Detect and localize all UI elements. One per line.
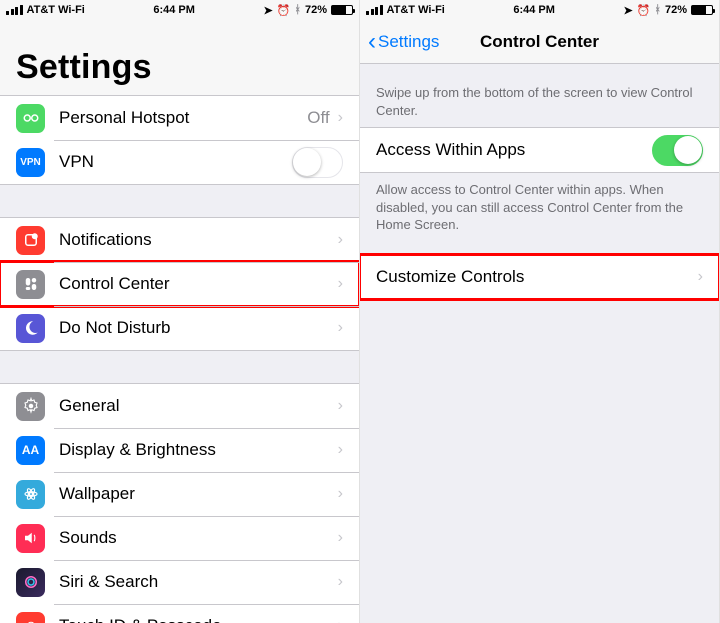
settings-group-general: General › AA Display & Brightness › Wall…	[0, 383, 359, 623]
group-customize: Customize Controls ›	[360, 254, 719, 300]
row-label: General	[59, 396, 338, 416]
large-title-area: Settings	[0, 20, 359, 95]
row-notifications[interactable]: Notifications ›	[0, 218, 359, 262]
status-bar: AT&T Wi-Fi 6:44 PM ➤ ⏰ ᚼ 72%	[0, 0, 359, 20]
chevron-right-icon: ›	[338, 529, 343, 547]
access-within-apps-toggle[interactable]	[652, 135, 703, 166]
signal-strength-icon	[6, 5, 23, 15]
row-label: Control Center	[59, 274, 338, 294]
row-detail: Off	[307, 108, 329, 128]
section-header-text: Swipe up from the bottom of the screen t…	[360, 64, 719, 127]
status-left: AT&T Wi-Fi	[6, 4, 85, 16]
sounds-icon	[16, 524, 45, 553]
page-title: Settings	[16, 48, 343, 87]
battery-pct-label: 72%	[305, 4, 327, 16]
bluetooth-icon: ᚼ	[654, 4, 661, 16]
wallpaper-icon	[16, 480, 45, 509]
battery-icon	[691, 5, 713, 15]
group-access: Access Within Apps	[360, 127, 719, 173]
chevron-right-icon: ›	[338, 617, 343, 623]
location-icon: ➤	[623, 4, 632, 17]
row-label: Notifications	[59, 230, 338, 250]
notifications-icon	[16, 226, 45, 255]
row-label: Touch ID & Passcode	[59, 616, 338, 623]
row-label: Wallpaper	[59, 484, 338, 504]
alarm-icon: ⏰	[277, 4, 291, 17]
chevron-right-icon: ›	[338, 109, 343, 127]
chevron-left-icon: ‹	[368, 28, 376, 56]
row-wallpaper[interactable]: Wallpaper ›	[0, 472, 359, 516]
status-right: ➤ ⏰ ᚼ 72%	[263, 4, 353, 17]
chevron-right-icon: ›	[338, 485, 343, 503]
row-label: Siri & Search	[59, 572, 338, 592]
row-sounds[interactable]: Sounds ›	[0, 516, 359, 560]
section-footer-text: Allow access to Control Center within ap…	[360, 173, 719, 242]
settings-group-connectivity: Personal Hotspot Off › VPN VPN	[0, 95, 359, 185]
chevron-right-icon: ›	[338, 231, 343, 249]
status-left: AT&T Wi-Fi	[366, 4, 445, 16]
row-label: Display & Brightness	[59, 440, 338, 460]
row-label: Sounds	[59, 528, 338, 548]
location-icon: ➤	[263, 4, 272, 17]
row-label: Personal Hotspot	[59, 108, 307, 128]
settings-group-alerts: Notifications › Control Center › Do Not …	[0, 217, 359, 351]
row-siri-search[interactable]: Siri & Search ›	[0, 560, 359, 604]
alarm-icon: ⏰	[637, 4, 651, 17]
row-label: Access Within Apps	[376, 140, 652, 160]
chevron-right-icon: ›	[338, 275, 343, 293]
row-access-within-apps[interactable]: Access Within Apps	[360, 128, 719, 172]
touchid-icon	[16, 612, 45, 623]
battery-pct-label: 72%	[665, 4, 687, 16]
chevron-right-icon: ›	[338, 573, 343, 591]
row-control-center[interactable]: Control Center ›	[0, 262, 359, 306]
hotspot-icon	[16, 104, 45, 133]
back-button[interactable]: ‹ Settings	[368, 28, 439, 56]
row-display-brightness[interactable]: AA Display & Brightness ›	[0, 428, 359, 472]
carrier-label: AT&T Wi-Fi	[387, 4, 445, 16]
status-right: ➤ ⏰ ᚼ 72%	[623, 4, 713, 17]
battery-icon	[331, 5, 353, 15]
row-do-not-disturb[interactable]: Do Not Disturb ›	[0, 306, 359, 350]
row-general[interactable]: General ›	[0, 384, 359, 428]
chevron-right-icon: ›	[338, 319, 343, 337]
chevron-right-icon: ›	[338, 397, 343, 415]
bluetooth-icon: ᚼ	[294, 4, 301, 16]
clock-label: 6:44 PM	[153, 4, 195, 16]
row-customize-controls[interactable]: Customize Controls ›	[360, 255, 719, 299]
general-icon	[16, 392, 45, 421]
row-label: Do Not Disturb	[59, 318, 338, 338]
control-center-settings-screen: AT&T Wi-Fi 6:44 PM ➤ ⏰ ᚼ 72% ‹ Settings …	[360, 0, 720, 623]
status-bar: AT&T Wi-Fi 6:44 PM ➤ ⏰ ᚼ 72%	[360, 0, 719, 20]
chevron-right-icon: ›	[338, 441, 343, 459]
clock-label: 6:44 PM	[513, 4, 555, 16]
vpn-icon: VPN	[16, 148, 45, 177]
chevron-right-icon: ›	[698, 268, 703, 286]
dnd-icon	[16, 314, 45, 343]
row-touch-id[interactable]: Touch ID & Passcode ›	[0, 604, 359, 623]
control-center-icon	[16, 270, 45, 299]
signal-strength-icon	[366, 5, 383, 15]
back-label: Settings	[378, 32, 439, 52]
display-icon: AA	[16, 436, 45, 465]
row-personal-hotspot[interactable]: Personal Hotspot Off ›	[0, 96, 359, 140]
row-vpn[interactable]: VPN VPN	[0, 140, 359, 184]
siri-icon	[16, 568, 45, 597]
settings-root-screen: AT&T Wi-Fi 6:44 PM ➤ ⏰ ᚼ 72% Settings Pe…	[0, 0, 360, 623]
row-label: Customize Controls	[376, 267, 698, 287]
vpn-toggle[interactable]	[292, 147, 343, 178]
row-label: VPN	[59, 152, 292, 172]
carrier-label: AT&T Wi-Fi	[27, 4, 85, 16]
nav-bar: ‹ Settings Control Center	[360, 20, 719, 64]
